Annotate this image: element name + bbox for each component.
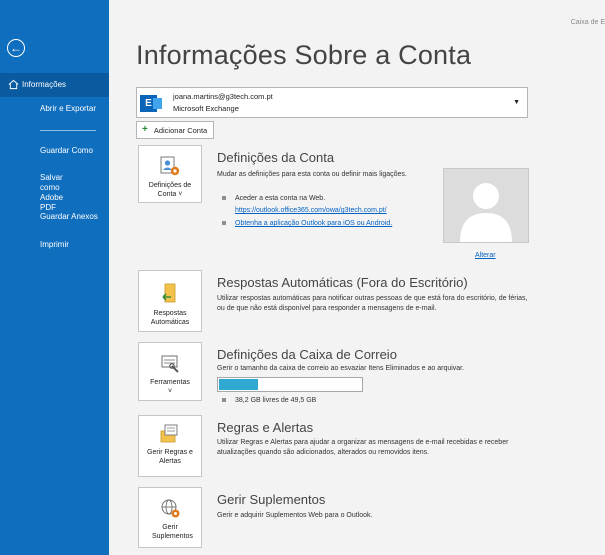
account-type: Microsoft Exchange bbox=[173, 104, 239, 113]
nav-item-print[interactable]: Imprimir bbox=[0, 240, 109, 250]
nav-label-save-as: Guardar Como bbox=[40, 146, 93, 155]
account-settings-label: Definições de Conta ˅ bbox=[148, 182, 192, 199]
nav-item-info[interactable]: Informações bbox=[0, 73, 109, 97]
nav-label-info: Informações bbox=[22, 80, 67, 89]
automatic-replies-desc: Utilizar respostas automáticas para noti… bbox=[217, 295, 528, 313]
mailbox-settings-title: Definições da Caixa de Correio bbox=[217, 347, 397, 362]
add-account-label: Adicionar Conta bbox=[153, 125, 208, 135]
change-photo-link[interactable]: Alterar bbox=[475, 252, 496, 259]
automatic-replies-icon bbox=[162, 283, 176, 303]
mailbox-settings-desc: Gerir o tamanho da caixa de correio ao e… bbox=[217, 365, 465, 372]
mailbox-usage-fill bbox=[219, 379, 258, 390]
addins-globe-icon bbox=[161, 499, 180, 518]
rules-alerts-title: Regras e Alertas bbox=[217, 420, 314, 435]
bullet-marker-icon bbox=[222, 221, 226, 226]
tools-label: Ferramentas bbox=[150, 379, 190, 386]
rules-alerts-icon bbox=[160, 424, 178, 443]
account-email: joana.martins@g3tech.com.pt bbox=[173, 92, 273, 101]
account-settings-button[interactable]: Definições de Conta ˅ bbox=[138, 145, 202, 203]
automatic-replies-button[interactable]: Respostas Automáticas bbox=[138, 270, 202, 332]
bullet-marker-icon bbox=[222, 196, 226, 201]
profile-photo bbox=[443, 168, 529, 243]
person-placeholder-icon bbox=[444, 169, 528, 242]
owa-link[interactable]: https://outlook.office365.com/owa/g3tech… bbox=[235, 207, 387, 214]
mailbox-tools-icon bbox=[161, 355, 179, 373]
nav-label-print: Imprimir bbox=[40, 240, 69, 249]
account-selector[interactable]: E joana.martins@g3tech.com.pt Microsoft … bbox=[136, 87, 528, 118]
bullet-marker-icon bbox=[222, 398, 226, 403]
nav-label-open-export: Abrir e Exportar bbox=[40, 104, 97, 113]
manage-addins-button[interactable]: Gerir Suplementos bbox=[138, 487, 202, 548]
mobile-app-link[interactable]: Obtenha a aplicação Outlook para iOS ou … bbox=[235, 220, 392, 227]
chevron-down-icon: ˅ bbox=[167, 388, 173, 396]
nav-item-open-export[interactable]: Abrir e Exportar bbox=[0, 104, 109, 114]
mailbox-free-space-text: 38,2 GB livres de 49,5 GB bbox=[235, 397, 317, 404]
rules-alerts-desc: Utilizar Regras e Alertas para ajudar a … bbox=[217, 439, 509, 457]
bullet-web-access-text: Aceder a esta conta na Web. bbox=[235, 195, 326, 202]
backstage-sidebar: ← Informações Abrir e Exportar Guardar C… bbox=[0, 0, 109, 555]
addins-title: Gerir Suplementos bbox=[217, 492, 326, 507]
plus-icon: + bbox=[142, 124, 148, 135]
nav-label-save-pdf: Salvar como Adobe PDF bbox=[40, 173, 64, 212]
account-settings-desc: Mudar as definições para esta conta ou d… bbox=[217, 171, 407, 178]
bullet-web-access: Aceder a esta conta na Web. bbox=[222, 195, 325, 202]
mailbox-usage-bar bbox=[217, 377, 363, 392]
chevron-down-icon: ▼ bbox=[513, 99, 520, 106]
nav-divider bbox=[40, 130, 96, 131]
nav-item-save-attachments[interactable]: Guardar Anexos bbox=[0, 212, 109, 222]
automatic-replies-title: Respostas Automáticas (Fora do Escritóri… bbox=[217, 275, 468, 290]
nav-item-save-pdf[interactable]: Salvar como Adobe PDF bbox=[0, 173, 109, 213]
manage-rules-button[interactable]: Gerir Regras e Alertas bbox=[138, 415, 202, 477]
mailbox-free-space: 38,2 GB livres de 49,5 GB bbox=[222, 397, 316, 404]
exchange-logo-icon: E bbox=[140, 95, 162, 112]
bullet-mobile-app: Obtenha a aplicação Outlook para iOS ou … bbox=[222, 220, 392, 227]
add-account-button[interactable]: + Adicionar Conta bbox=[136, 121, 215, 139]
nav-label-save-attachments: Guardar Anexos bbox=[40, 212, 98, 221]
home-icon bbox=[8, 79, 19, 90]
window-title-fragment: Caixa de E bbox=[570, 19, 605, 26]
manage-rules-label: Gerir Regras e Alertas bbox=[147, 449, 193, 466]
page-title: Informações Sobre a Conta bbox=[136, 40, 472, 70]
account-settings-title: Definições da Conta bbox=[217, 150, 335, 165]
account-settings-icon bbox=[160, 156, 180, 176]
nav-item-save-as[interactable]: Guardar Como bbox=[0, 146, 109, 156]
manage-addins-label: Gerir Suplementos bbox=[152, 524, 193, 541]
back-arrow-icon[interactable]: ← bbox=[7, 39, 25, 57]
automatic-replies-label: Respostas Automáticas bbox=[150, 310, 190, 327]
addins-desc: Gerir e adquirir Suplementos Web para o … bbox=[217, 512, 373, 519]
tools-button[interactable]: Ferramentas ˅ bbox=[138, 342, 202, 401]
